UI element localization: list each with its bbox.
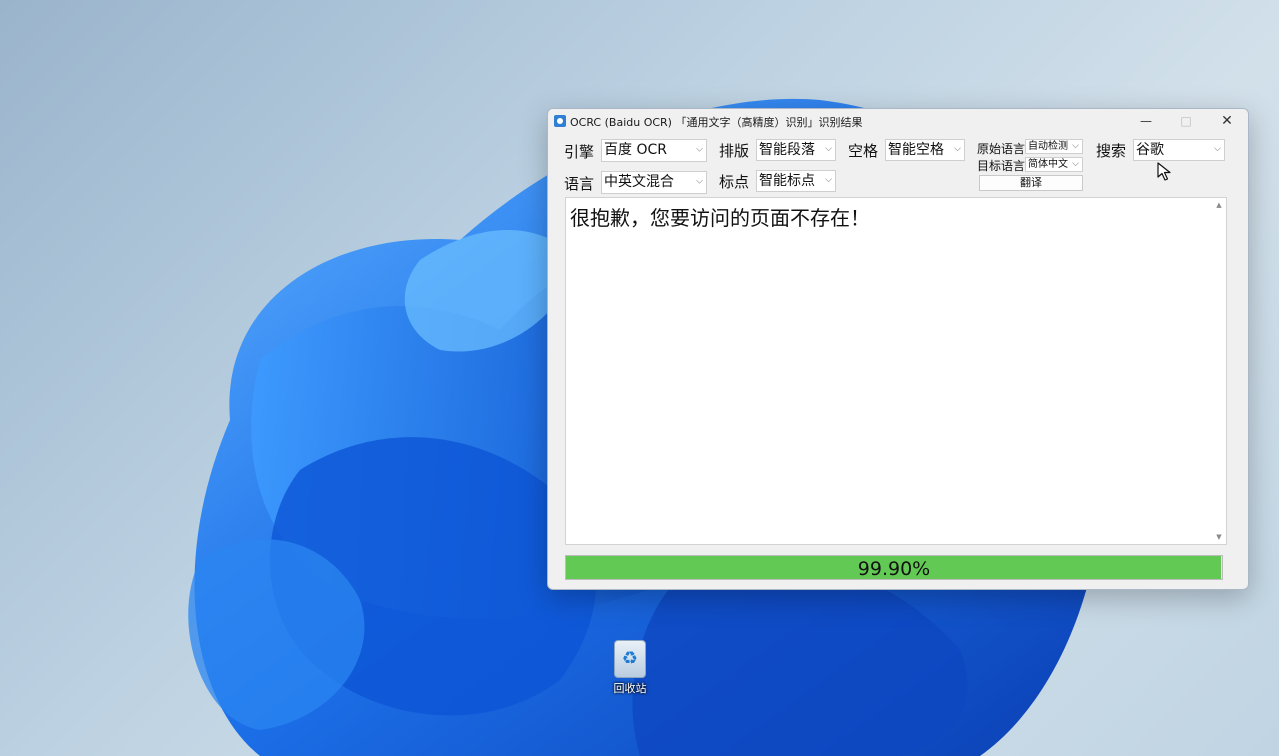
space-value: 智能空格 [888, 142, 944, 158]
window-title: OCRC (Baidu OCR) 「通用文字（高精度）识别」识别结果 [570, 116, 863, 129]
language-select[interactable]: 中英文混合 ⌵ [601, 171, 707, 194]
layout-value: 智能段落 [759, 142, 815, 158]
dropdown-arrow-icon: ⌵ [825, 175, 832, 185]
source-language-label: 原始语言 [977, 142, 1026, 156]
title-bar[interactable]: OCRC (Baidu OCR) 「通用文字（高精度）识别」识别结果 — □ ✕ [548, 109, 1248, 133]
language-value: 中英文混合 [604, 174, 674, 190]
layout-label: 排版 [719, 142, 750, 160]
dropdown-arrow-icon: ⌵ [696, 175, 703, 186]
dropdown-arrow-icon: ⌵ [825, 144, 832, 154]
layout-select[interactable]: 智能段落 ⌵ [756, 139, 836, 161]
scroll-up-icon[interactable]: ▲ [1213, 201, 1225, 209]
result-textarea[interactable]: 很抱歉，您要访问的页面不存在！ ▲ ▼ [565, 197, 1227, 545]
result-text: 很抱歉，您要访问的页面不存在！ [570, 206, 870, 230]
close-button[interactable]: ✕ [1207, 109, 1247, 133]
confidence-label: 99.90% [857, 558, 931, 580]
source-language-value: 自动检测 [1028, 141, 1068, 152]
recycle-bin-label: 回收站 [613, 682, 647, 695]
language-label: 语言 [564, 175, 595, 193]
space-select[interactable]: 智能空格 ⌵ [885, 139, 965, 161]
translate-button[interactable]: 翻译 [979, 175, 1083, 191]
minimize-button[interactable]: — [1126, 109, 1166, 133]
scroll-down-icon[interactable]: ▼ [1213, 533, 1225, 541]
engine-value: 百度 OCR [604, 142, 667, 158]
maximize-button[interactable]: □ [1166, 109, 1206, 133]
punctuation-label: 标点 [719, 173, 750, 191]
search-engine-select[interactable]: 谷歌 ⌵ [1133, 139, 1225, 161]
dropdown-arrow-icon: ⌵ [1072, 158, 1079, 169]
punctuation-value: 智能标点 [759, 173, 815, 189]
mouse-cursor-icon [1157, 162, 1171, 181]
dropdown-arrow-icon: ⌵ [1214, 144, 1221, 154]
dropdown-arrow-icon: ⌵ [1072, 140, 1079, 151]
dropdown-arrow-icon: ⌵ [696, 143, 703, 154]
punctuation-select[interactable]: 智能标点 ⌵ [756, 170, 836, 192]
target-language-select[interactable]: 简体中文 ⌵ [1025, 157, 1083, 172]
space-label: 空格 [848, 142, 879, 160]
target-language-label: 目标语言 [977, 159, 1026, 173]
source-language-select[interactable]: 自动检测 ⌵ [1025, 139, 1083, 154]
app-icon [554, 115, 566, 127]
target-language-value: 简体中文 [1028, 159, 1068, 170]
confidence-progress-bar: 99.90% [565, 555, 1223, 580]
recycle-bin[interactable]: ♻ 回收站 [604, 640, 656, 696]
engine-select[interactable]: 百度 OCR ⌵ [601, 139, 707, 162]
search-label: 搜索 [1096, 142, 1127, 160]
recycle-bin-icon: ♻ [614, 640, 646, 678]
search-engine-value: 谷歌 [1136, 142, 1164, 158]
ocr-result-window: OCRC (Baidu OCR) 「通用文字（高精度）识别」识别结果 — □ ✕… [547, 108, 1249, 590]
dropdown-arrow-icon: ⌵ [954, 144, 961, 154]
engine-label: 引擎 [564, 143, 595, 161]
